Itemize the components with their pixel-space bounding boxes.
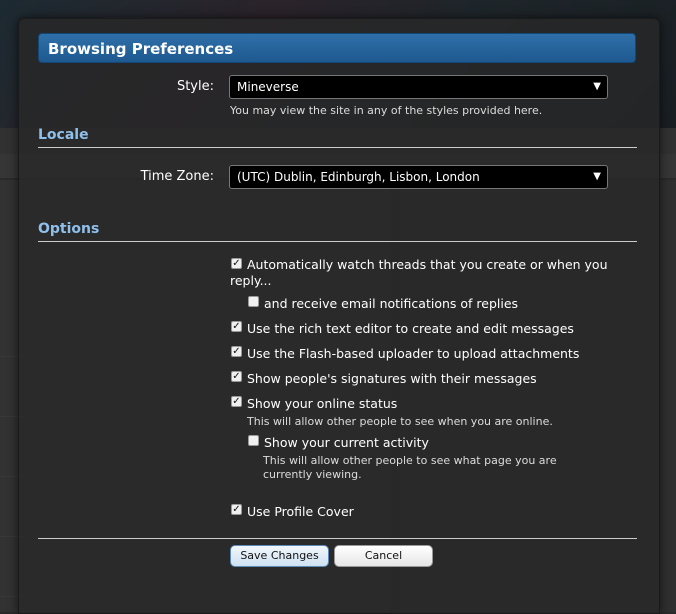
option-label: Show people's signatures with their mess… bbox=[247, 371, 537, 386]
option-label: Show your online status bbox=[247, 396, 398, 411]
options-heading: Options bbox=[38, 221, 100, 237]
chevron-down-icon: ▼ bbox=[593, 171, 601, 182]
option-label: Use Profile Cover bbox=[247, 504, 354, 519]
checkmark-icon: ✓ bbox=[232, 396, 241, 407]
option-hint: This will allow other people to see when… bbox=[247, 415, 553, 428]
style-label: Style: bbox=[176, 79, 214, 94]
options-divider bbox=[38, 241, 637, 242]
options-section: Options bbox=[38, 221, 638, 242]
option-label: Show your current activity bbox=[264, 435, 429, 450]
checkbox-profile-cover[interactable]: ✓ bbox=[231, 504, 242, 515]
option-label: Use the Flash-based uploader to upload a… bbox=[247, 346, 580, 361]
style-select[interactable]: Mineverse ▼ bbox=[229, 75, 608, 99]
checkbox-current-activity[interactable] bbox=[248, 435, 259, 446]
dialog-title: Browsing Preferences bbox=[38, 33, 636, 63]
footer-divider bbox=[38, 538, 637, 539]
style-hint: You may view the site in any of the styl… bbox=[230, 104, 543, 117]
browsing-preferences-dialog: Browsing Preferences Style: Mineverse ▼ … bbox=[18, 18, 660, 614]
checkmark-icon: ✓ bbox=[232, 371, 241, 382]
checkmark-icon: ✓ bbox=[232, 346, 241, 357]
option-label: Use the rich text editor to create and e… bbox=[247, 321, 574, 336]
style-select-value: Mineverse bbox=[237, 80, 299, 94]
timezone-select[interactable]: (UTC) Dublin, Edinburgh, Lisbon, London … bbox=[229, 165, 608, 189]
locale-divider bbox=[38, 147, 637, 148]
checkbox-email-notifications[interactable] bbox=[248, 296, 259, 307]
option-label: Automatically watch threads that you cre… bbox=[230, 257, 608, 288]
checkbox-rich-text-editor[interactable]: ✓ bbox=[231, 321, 242, 332]
checkbox-flash-uploader[interactable]: ✓ bbox=[231, 346, 242, 357]
locale-section: Locale bbox=[38, 127, 638, 148]
checkmark-icon: ✓ bbox=[232, 321, 241, 332]
save-changes-button[interactable]: Save Changes bbox=[230, 545, 329, 567]
timezone-label: Time Zone: bbox=[140, 169, 214, 184]
cancel-button[interactable]: Cancel bbox=[334, 545, 433, 567]
checkmark-icon: ✓ bbox=[232, 504, 241, 515]
option-hint: This will allow other people to see what… bbox=[263, 454, 557, 481]
locale-heading: Locale bbox=[38, 127, 89, 143]
checkbox-show-signatures[interactable]: ✓ bbox=[231, 371, 242, 382]
checkbox-online-status[interactable]: ✓ bbox=[231, 396, 242, 407]
timezone-select-value: (UTC) Dublin, Edinburgh, Lisbon, London bbox=[237, 170, 480, 184]
chevron-down-icon: ▼ bbox=[593, 81, 601, 92]
option-label: and receive email notifications of repli… bbox=[264, 296, 519, 311]
